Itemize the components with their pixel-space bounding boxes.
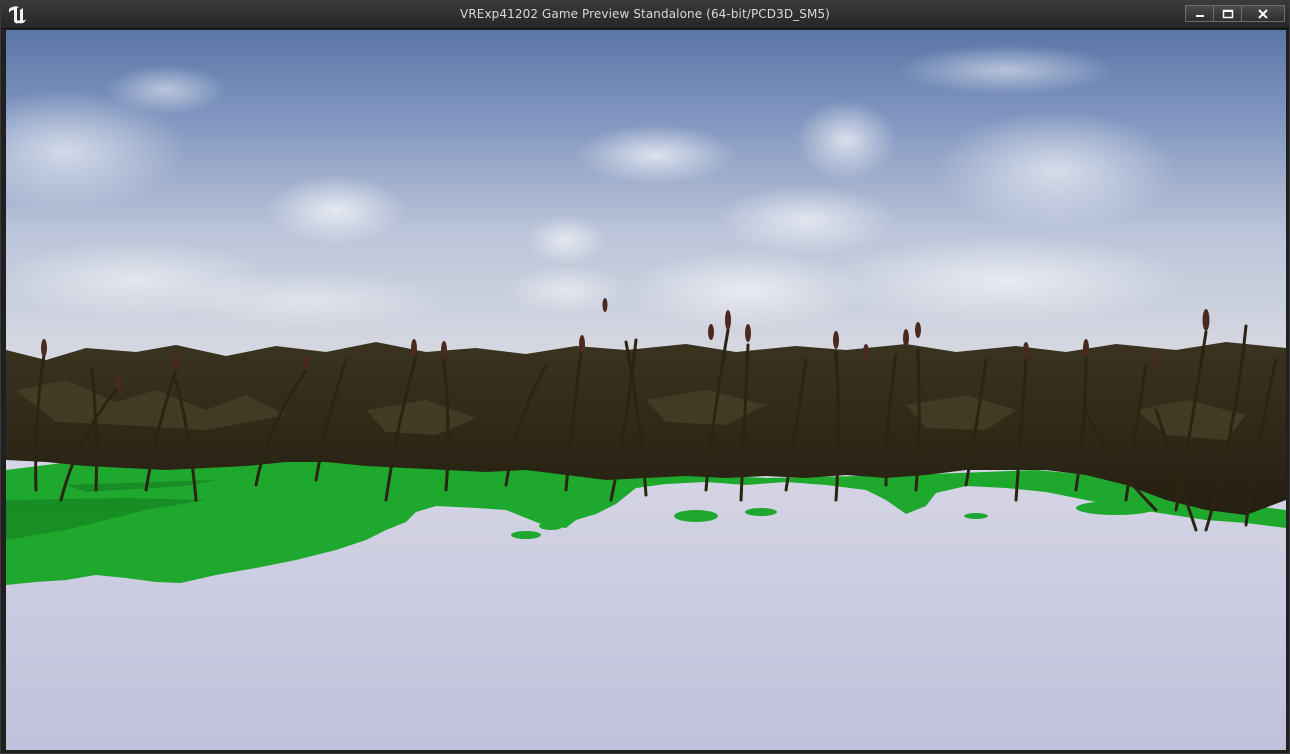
minimize-button[interactable] [1185,5,1214,22]
maximize-icon [1222,9,1233,18]
title-bar[interactable]: VRExp41202 Game Preview Standalone (64-b… [1,1,1289,29]
game-viewport[interactable] [6,30,1286,750]
game-scene [6,30,1286,750]
minimize-icon [1195,14,1204,17]
window-controls [1185,5,1285,22]
close-button[interactable] [1241,5,1285,22]
game-preview-window: VRExp41202 Game Preview Standalone (64-b… [0,0,1290,754]
window-title: VRExp41202 Game Preview Standalone (64-b… [460,7,830,21]
close-icon [1258,8,1268,19]
maximize-button[interactable] [1213,5,1242,22]
